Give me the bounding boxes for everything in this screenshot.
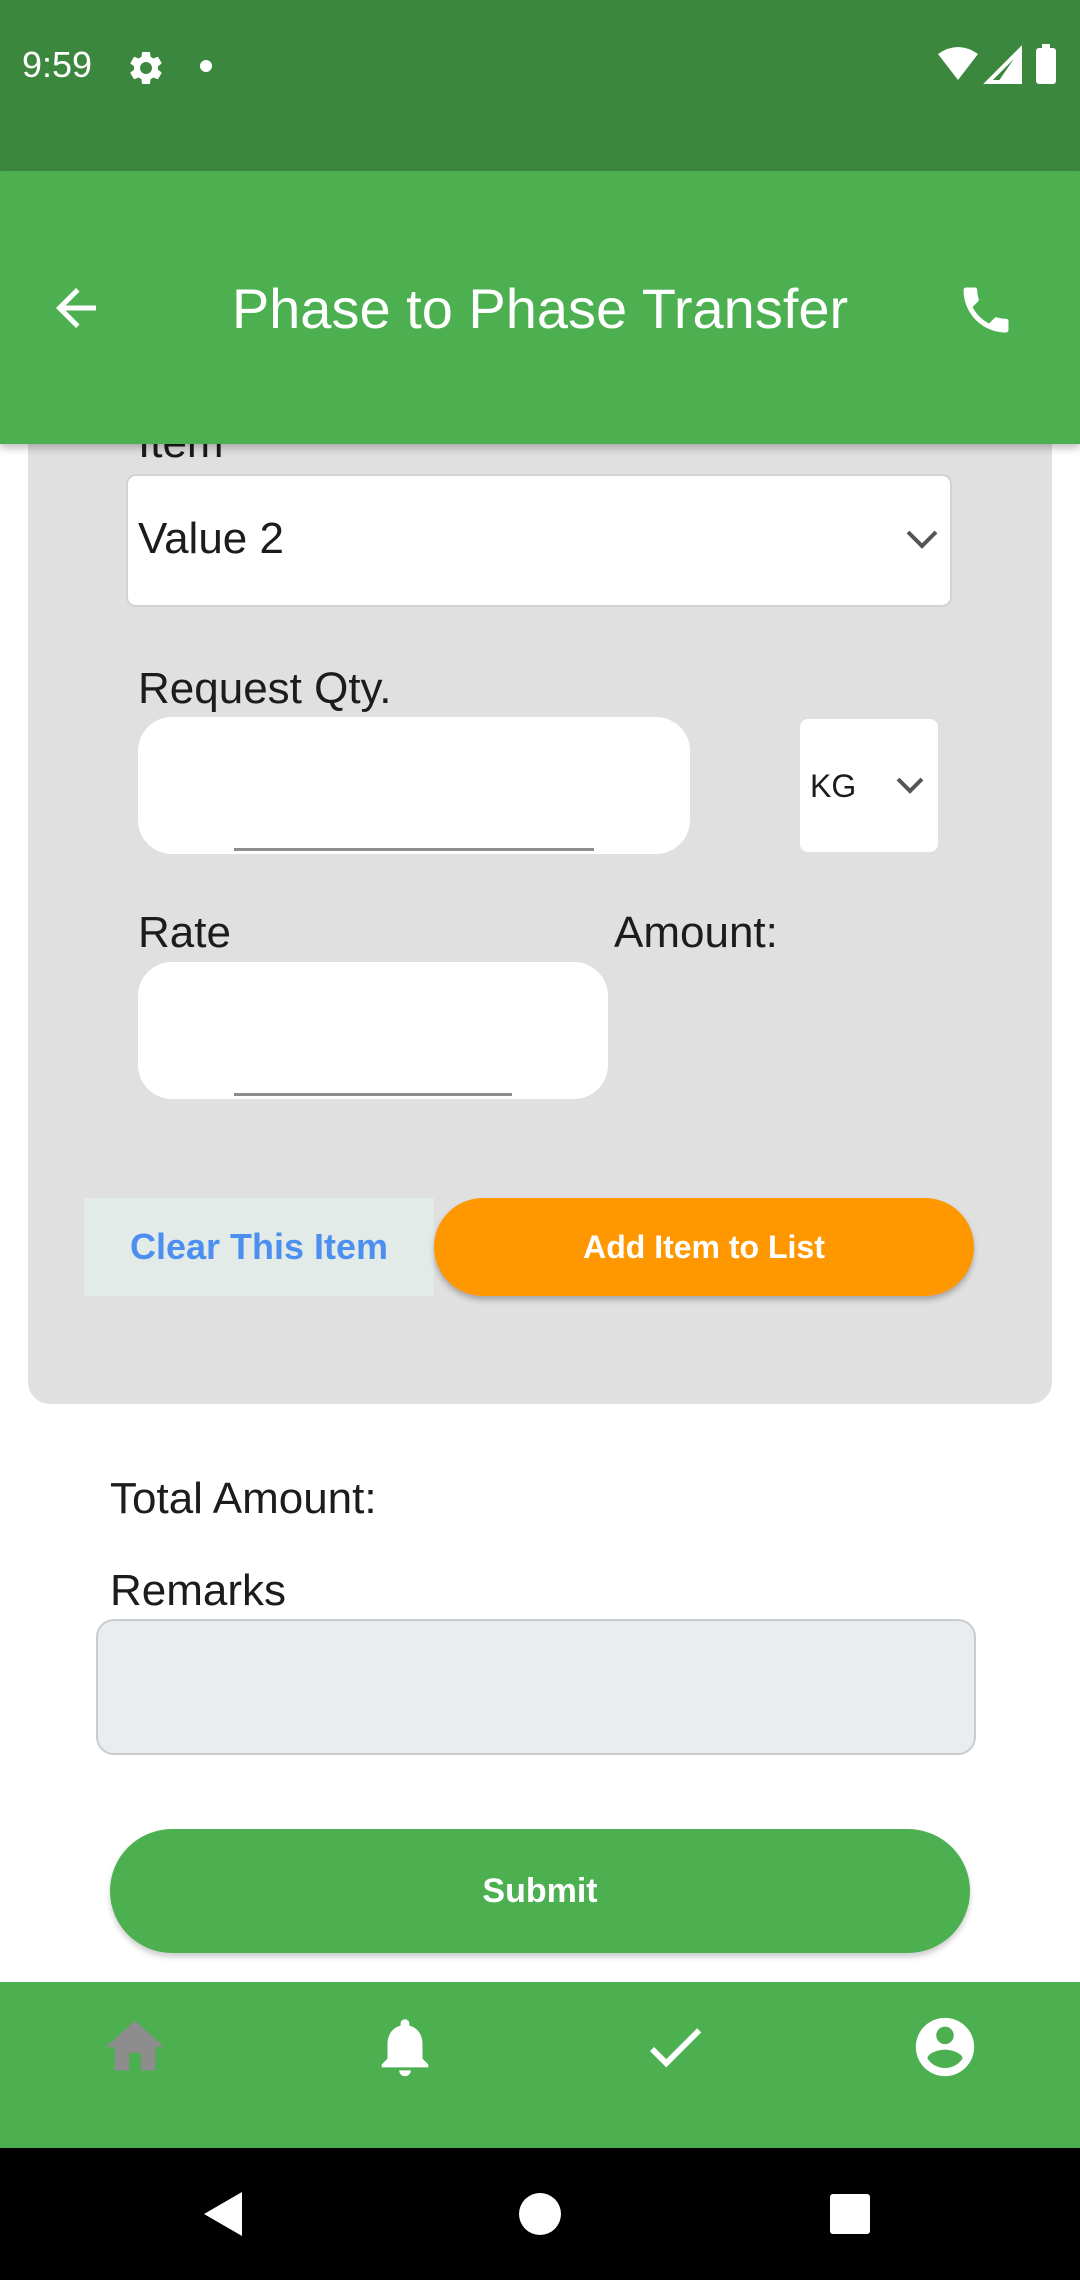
remarks-label: Remarks — [110, 1566, 287, 1615]
rate-label: Rate — [138, 908, 231, 957]
check-icon[interactable] — [640, 2012, 710, 2082]
account-icon[interactable] — [910, 2012, 980, 2082]
page-title: Phase to Phase Transfer — [231, 277, 849, 340]
unit-dropdown-value: KG — [810, 768, 857, 804]
system-recents-icon[interactable] — [818, 2182, 882, 2246]
submit-button[interactable]: Submit — [110, 1829, 970, 1953]
arrow-back-icon[interactable] — [46, 278, 106, 338]
status-system-icons — [938, 44, 1056, 84]
notification-dot-icon — [200, 60, 212, 72]
phone-icon[interactable] — [956, 280, 1016, 340]
battery-icon — [1036, 48, 1056, 84]
amount-label: Amount: — [614, 908, 778, 957]
item-dropdown-value: Value 2 — [138, 514, 284, 563]
bell-icon[interactable] — [370, 2012, 440, 2082]
remarks-input[interactable] — [96, 1619, 976, 1755]
wifi-icon — [938, 47, 978, 80]
rate-input[interactable] — [234, 1011, 512, 1096]
status-time: 9:59 — [22, 44, 93, 85]
gear-icon — [130, 51, 162, 84]
request-qty-input[interactable] — [234, 766, 594, 851]
request-qty-label: Request Qty. — [138, 664, 392, 713]
chevron-down-icon — [906, 530, 938, 549]
system-back-icon[interactable] — [192, 2182, 256, 2246]
system-home-icon[interactable] — [508, 2182, 572, 2246]
home-icon[interactable] — [100, 2012, 170, 2082]
add-item-button[interactable]: Add Item to List — [434, 1198, 974, 1296]
total-amount-label: Total Amount: — [110, 1474, 377, 1523]
chevron-down-icon — [896, 777, 924, 794]
clear-item-button[interactable]: Clear This Item — [84, 1198, 434, 1296]
